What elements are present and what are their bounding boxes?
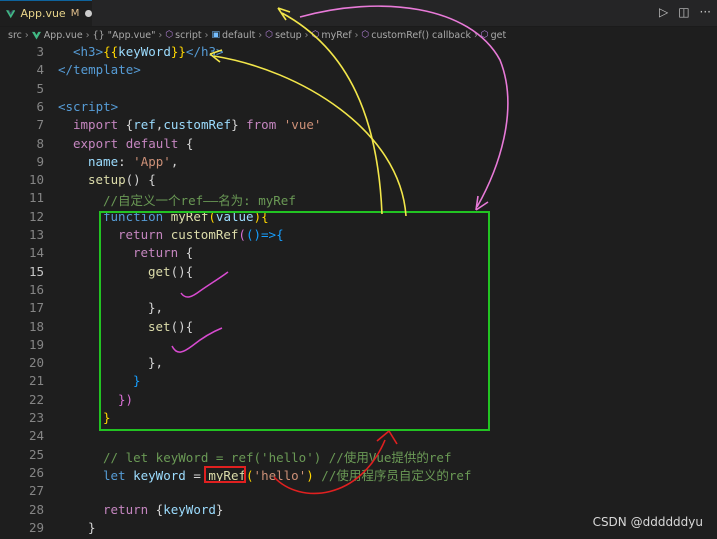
red-arrow-head bbox=[376, 430, 398, 445]
annotation-overlay bbox=[171, 5, 509, 495]
yellow-arrow-stroke bbox=[281, 12, 383, 215]
check-mark-get bbox=[180, 271, 229, 298]
yellow-arrow-stroke bbox=[213, 55, 407, 217]
check-mark-set bbox=[171, 327, 223, 353]
watermark: CSDN @ddddddyu bbox=[592, 515, 703, 529]
pink-arrow-stroke bbox=[299, 5, 509, 208]
red-arrow-stroke bbox=[273, 439, 386, 495]
